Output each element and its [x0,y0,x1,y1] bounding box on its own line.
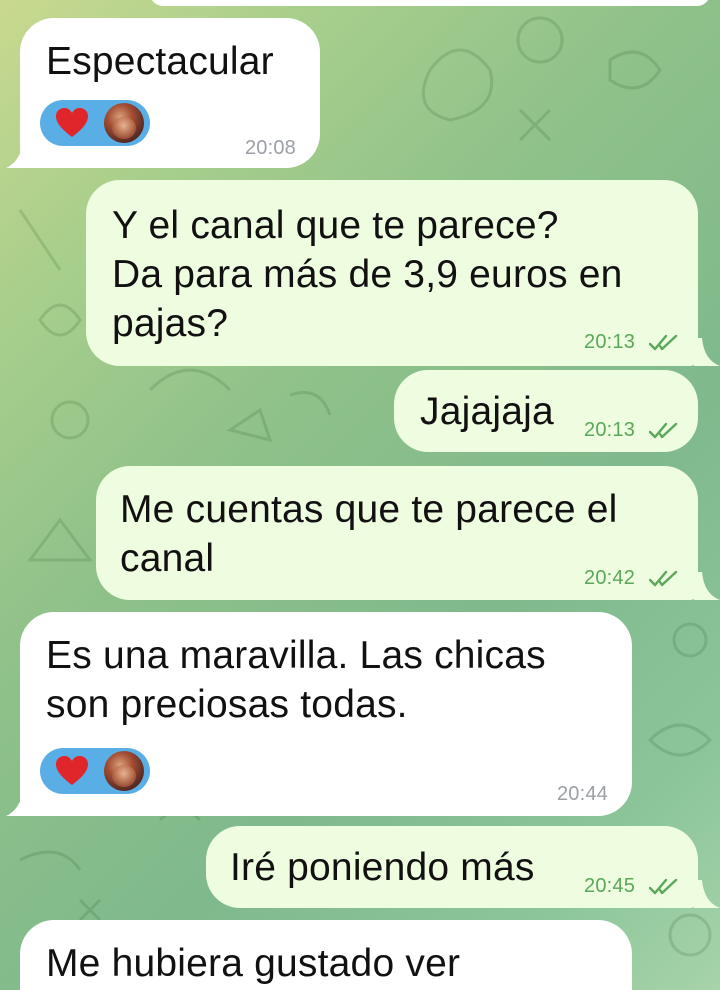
double-check-icon [649,334,678,351]
bubble-tail-incoming [6,788,36,816]
reactor-avatar [104,103,144,143]
message-text-line: Y el canal que te parece? [112,204,559,247]
message-time: 20:42 [584,567,636,589]
message-text-line: pajas? [112,302,229,345]
message-bubble-outgoing[interactable]: Iré poniendo más 20:45 [206,826,698,908]
bubble-tail-incoming [6,140,36,168]
message-time: 20:44 [556,783,608,805]
message-text: Me hubiera gustado ver [46,942,461,985]
heart-icon [56,756,88,785]
message-reaction[interactable] [40,748,150,794]
bubble-tail-outgoing [694,572,720,600]
message-text: Jajajaja [420,390,554,433]
message-text-line: son preciosas todas. [46,683,408,726]
message-bubble-outgoing[interactable]: Jajajaja 20:13 [394,370,698,452]
message-bubble-incoming[interactable]: Espectacular 20:08 [20,18,320,168]
message-text-line: Es una maravilla. Las chicas [46,634,546,677]
message-time: 20:08 [244,137,296,159]
message-text: Espectacular [46,40,274,83]
double-check-icon [649,878,678,895]
message-text-line: canal [120,537,215,580]
double-check-icon [649,422,678,439]
message-reaction[interactable] [40,100,150,146]
message-text-line: Da para más de 3,9 euros en [112,253,623,296]
previous-message-fragment [150,0,710,6]
message-time: 20:13 [584,331,636,353]
heart-icon [56,108,88,137]
message-time: 20:13 [584,419,636,441]
double-check-icon [649,570,678,587]
message-bubble-outgoing[interactable]: Y el canal que te parece? Da para más de… [86,180,698,366]
message-time: 20:45 [584,875,636,897]
message-bubble-incoming[interactable]: Es una maravilla. Las chicas son precios… [20,612,632,816]
message-text: Iré poniendo más [230,846,535,889]
bubble-tail-outgoing [694,338,720,366]
reactor-avatar [104,751,144,791]
message-bubble-incoming[interactable]: Me hubiera gustado ver [20,920,632,990]
message-text-line: Me cuentas que te parece el [120,488,618,531]
message-bubble-outgoing[interactable]: Me cuentas que te parece el canal 20:42 [96,466,698,600]
bubble-tail-outgoing [694,880,720,908]
